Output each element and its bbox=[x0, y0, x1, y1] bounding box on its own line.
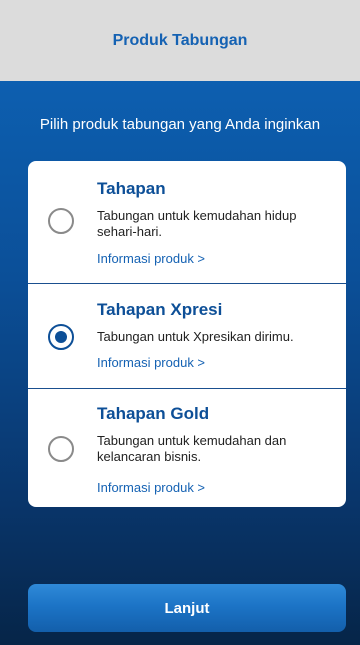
product-info-link[interactable]: Informasi produk > bbox=[97, 480, 205, 495]
app-header: Produk Tabungan bbox=[0, 0, 360, 81]
instruction-text: Pilih produk tabungan yang Anda inginkan bbox=[39, 116, 321, 133]
option-title: Tahapan Gold bbox=[97, 404, 210, 423]
option-description: Tabungan untuk kemudahan dan kelancaran … bbox=[97, 433, 287, 464]
option-description: Tabungan untuk Xpresikan dirimu. bbox=[97, 329, 294, 344]
product-info-link[interactable]: Informasi produk > bbox=[97, 251, 205, 266]
radio-tahapan-gold[interactable] bbox=[48, 436, 74, 462]
option-title: Tahapan bbox=[97, 179, 166, 198]
option-title: Tahapan Xpresi bbox=[97, 300, 223, 319]
option-description: Tabungan untuk kemudahan hidup sehari-ha… bbox=[97, 208, 297, 239]
option-tahapan-xpresi[interactable]: Tahapan Xpresi Tabungan untuk Xpresikan … bbox=[28, 283, 346, 388]
product-info-link[interactable]: Informasi produk > bbox=[97, 355, 205, 370]
radio-tahapan-xpresi[interactable] bbox=[48, 324, 74, 350]
main-content: Pilih produk tabungan yang Anda inginkan… bbox=[0, 81, 360, 645]
radio-tahapan[interactable] bbox=[48, 208, 74, 234]
option-tahapan[interactable]: Tahapan Tabungan untuk kemudahan hidup s… bbox=[28, 161, 346, 283]
product-options-card: Tahapan Tabungan untuk kemudahan hidup s… bbox=[28, 161, 346, 507]
page-title: Produk Tabungan bbox=[112, 31, 248, 49]
continue-button[interactable]: Lanjut bbox=[28, 584, 346, 632]
option-tahapan-gold[interactable]: Tahapan Gold Tabungan untuk kemudahan da… bbox=[28, 388, 346, 507]
